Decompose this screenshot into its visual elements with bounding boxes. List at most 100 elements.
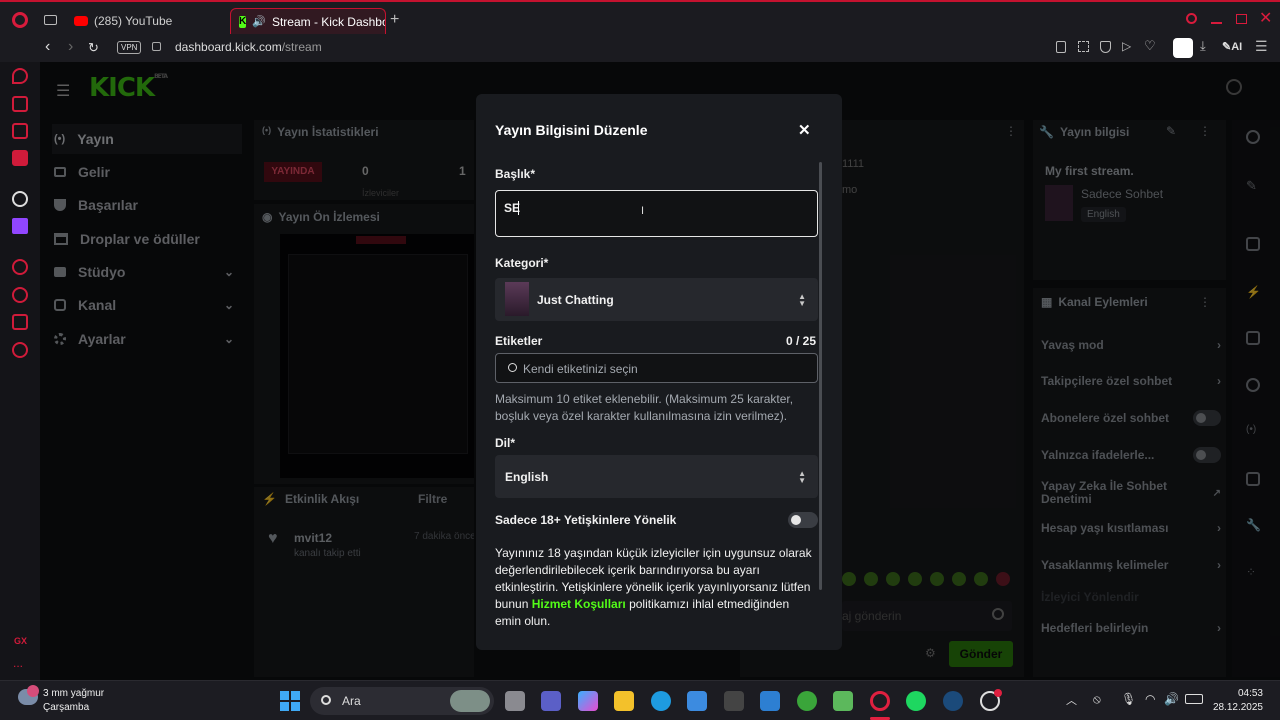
select-arrows-icon: ▲ ▼ (798, 291, 806, 308)
play-icon[interactable]: ▷ (1122, 39, 1131, 53)
tags-input[interactable]: Kendi etiketinizi seçin (495, 353, 818, 383)
clock-date[interactable]: 28.12.2025 (1207, 702, 1263, 713)
tags-counter: 0 / 25 (786, 334, 817, 348)
search-highlight-image (450, 690, 490, 712)
kick-favicon-icon: K (239, 15, 247, 28)
start-button[interactable] (280, 691, 300, 711)
address-bar-row: ‹ › ↻ VPN dashboard.kick.com/stream ▷ ♡ … (0, 36, 1280, 62)
url-path: /stream (281, 40, 322, 54)
weather-line2[interactable]: Çarşamba (43, 702, 89, 713)
category-value: Just Chatting (537, 293, 614, 307)
opera-gx-taskbar-icon[interactable] (870, 691, 890, 711)
windows-taskbar: 3 mm yağmur Çarşamba Ara ︿ ⦸ 🎙 ◠ 🔊 04:53… (0, 680, 1280, 720)
speaker-icon: 🔊 (252, 16, 266, 28)
new-tab-button[interactable]: + (390, 12, 399, 28)
sidebar-more-button[interactable]: ... (13, 656, 23, 670)
sidebar-extensions-icon[interactable] (12, 314, 28, 330)
microphone-icon[interactable]: 🎙 (1121, 692, 1136, 706)
photos-icon[interactable] (833, 691, 853, 711)
weather-badge (27, 685, 39, 697)
maximize-button[interactable] (1236, 14, 1247, 24)
adult-content-toggle[interactable] (788, 512, 818, 528)
forward-button[interactable]: › (68, 38, 73, 56)
search-icon (508, 363, 517, 372)
weather-line1[interactable]: 3 mm yağmur (43, 688, 104, 699)
vpn-badge[interactable]: VPN (117, 41, 142, 54)
title-input[interactable]: SE I (495, 190, 818, 237)
sidebar-gmail-icon[interactable] (12, 150, 28, 166)
vscode-icon[interactable] (760, 691, 780, 711)
profile-avatar[interactable] (1173, 38, 1193, 58)
app-icon[interactable] (724, 691, 744, 711)
adult-content-label: Sadece 18+ Yetişkinlere Yönelik (495, 513, 677, 527)
language-select[interactable]: English ▲ ▼ (495, 455, 818, 498)
tags-help-text: Maksimum 10 etiket eklenebilir. (Maksimu… (495, 392, 794, 423)
terms-of-service-link[interactable]: Hizmet Koşulları (532, 597, 626, 611)
wifi-icon[interactable]: ◠ (1145, 692, 1155, 706)
edge-icon[interactable] (651, 691, 671, 711)
category-thumbnail-image (505, 282, 529, 316)
menu-icon[interactable]: ☰ (1255, 38, 1268, 55)
heart-icon[interactable]: ♡ (1144, 38, 1156, 54)
shield-icon[interactable] (1100, 41, 1111, 53)
battery-icon[interactable] (1185, 694, 1203, 704)
volume-icon[interactable]: 🔊 (1164, 692, 1179, 706)
toggle-knob (791, 515, 801, 525)
minimize-button[interactable] (1211, 22, 1222, 24)
steam-icon[interactable] (943, 691, 963, 711)
taskbar-search[interactable]: Ara (310, 687, 494, 715)
notification-dot (994, 689, 1002, 697)
category-select[interactable]: Just Chatting ▲ ▼ (495, 278, 818, 321)
text-caret (518, 201, 519, 215)
edit-stream-info-modal: Yayın Bilgisini Düzenle ✕ Başlık* SE I K… (476, 94, 842, 650)
opera-logo-icon[interactable] (12, 12, 28, 28)
pin-icon[interactable] (1056, 41, 1066, 53)
taskbar-search-label: Ara (342, 694, 361, 708)
search-tabs-icon[interactable] (1186, 13, 1197, 24)
modal-close-button[interactable]: ✕ (798, 121, 811, 139)
select-arrows-icon: ▲ ▼ (798, 468, 806, 485)
tab-label: (285) YouTube (94, 14, 173, 28)
tab-workspaces-icon[interactable] (44, 15, 57, 25)
browser-tab-bar: (285) YouTube K 🔊 Stream - Kick Dashboa … (0, 0, 1280, 36)
language-field-label: Dil* (495, 436, 516, 450)
search-icon (321, 695, 331, 705)
title-field-label: Başlık* (495, 167, 536, 181)
teams-icon[interactable] (541, 691, 561, 711)
copilot-icon[interactable] (578, 691, 598, 711)
tab-kick-dashboard[interactable]: K 🔊 Stream - Kick Dashboa (230, 8, 386, 34)
tab-youtube[interactable]: (285) YouTube (66, 8, 226, 34)
crop-icon[interactable] (1078, 41, 1089, 52)
clock-time[interactable]: 04:53 (1223, 688, 1263, 699)
sidebar-chatgpt-icon[interactable] (12, 191, 28, 207)
sidebar-settings-icon[interactable] (12, 342, 28, 358)
url-domain: dashboard.kick.com (175, 40, 282, 54)
sidebar-speed-dial-icon[interactable] (12, 68, 28, 84)
task-view-icon[interactable] (505, 691, 525, 711)
sidebar-news-icon[interactable] (12, 123, 28, 139)
url-text[interactable]: dashboard.kick.com/stream (175, 40, 322, 54)
back-button[interactable]: ‹ (45, 38, 50, 56)
reload-button[interactable]: ↻ (88, 40, 99, 56)
sidebar-controls-icon[interactable] (12, 96, 28, 112)
tags-placeholder: Kendi etiketinizi seçin (523, 362, 638, 376)
xbox-icon[interactable] (797, 691, 817, 711)
store-icon[interactable] (687, 691, 707, 711)
sidebar-twitch-icon[interactable] (12, 218, 28, 234)
spotify-icon[interactable] (906, 691, 926, 711)
lock-icon[interactable] (152, 42, 161, 51)
opera-sidebar: GX ... (0, 62, 40, 680)
download-icon[interactable]: ⤓ (1200, 38, 1206, 54)
sidebar-history-icon[interactable] (12, 287, 28, 303)
show-hidden-icons[interactable]: ︿ (1066, 692, 1077, 708)
modal-title: Yayın Bilgisini Düzenle (495, 122, 648, 138)
modal-scrollbar[interactable] (819, 162, 822, 590)
tray-app-icon[interactable]: ⦸ (1093, 692, 1101, 707)
adult-content-warning: Yayınınız 18 yaşından küçük izleyiciler … (495, 545, 815, 630)
language-value: English (505, 470, 549, 484)
aria-ai-button[interactable]: ✎AI (1222, 40, 1242, 53)
sidebar-gx-label[interactable]: GX (14, 636, 27, 646)
sidebar-player-icon[interactable] (12, 259, 28, 275)
close-window-button[interactable]: ✕ (1259, 8, 1272, 28)
file-explorer-icon[interactable] (614, 691, 634, 711)
